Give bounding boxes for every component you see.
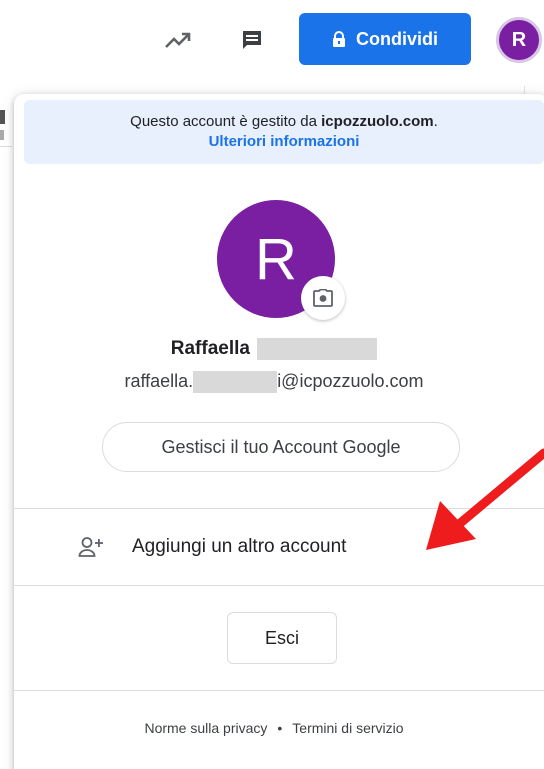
user-email: raffaella. i@icpozzuolo.com [14,371,534,394]
redacted-surname [257,338,378,360]
trending-up-icon[interactable] [160,22,196,58]
change-photo-button[interactable] [301,276,345,320]
managed-account-banner: Questo account è gestito da icpozzuolo.c… [24,100,544,164]
footer-separator: • [277,720,283,736]
add-account-label: Aggiungi un altro account [132,536,347,557]
more-info-link[interactable]: Ulteriori informazioni [24,132,544,152]
redacted-email-part [193,371,278,394]
doc-edge-fragment [0,130,4,140]
sign-out-button[interactable]: Esci [227,612,337,664]
user-name: Raffaella [14,338,534,360]
account-menu-panel: Questo account è gestito da icpozzuolo.c… [14,94,544,769]
camera-icon [313,289,333,307]
doc-edge-fragment [0,110,5,124]
manage-google-account-button[interactable]: Gestisci il tuo Account Google [102,422,460,472]
footer-links: Norme sulla privacy • Termini di servizio [14,720,534,736]
share-button[interactable]: Condividi [299,13,471,65]
person-add-icon [78,536,104,558]
doc-edge-divider [0,146,12,147]
account-avatar-button[interactable]: R [496,17,542,63]
managed-text: Questo account è gestito da icpozzuolo.c… [130,113,438,130]
terms-of-service-link[interactable]: Termini di servizio [292,720,403,736]
menu-divider [14,690,544,691]
annotation-arrow [426,448,544,550]
comment-icon[interactable] [234,22,270,58]
top-toolbar: Condividi R [0,0,544,80]
share-button-label: Condividi [356,28,438,49]
menu-divider [14,585,544,586]
privacy-policy-link[interactable]: Norme sulla privacy [144,720,267,736]
lock-icon [332,31,346,47]
